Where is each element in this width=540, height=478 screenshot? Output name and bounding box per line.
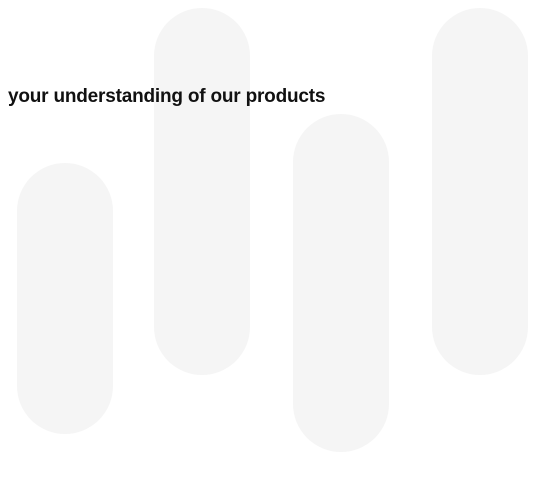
headline-text: your understanding of our products xyxy=(8,86,326,107)
decorative-bar-1 xyxy=(17,163,113,434)
decorative-bar-2 xyxy=(154,8,250,375)
decorative-bar-4 xyxy=(432,8,528,375)
decorative-bar-3 xyxy=(293,114,389,452)
